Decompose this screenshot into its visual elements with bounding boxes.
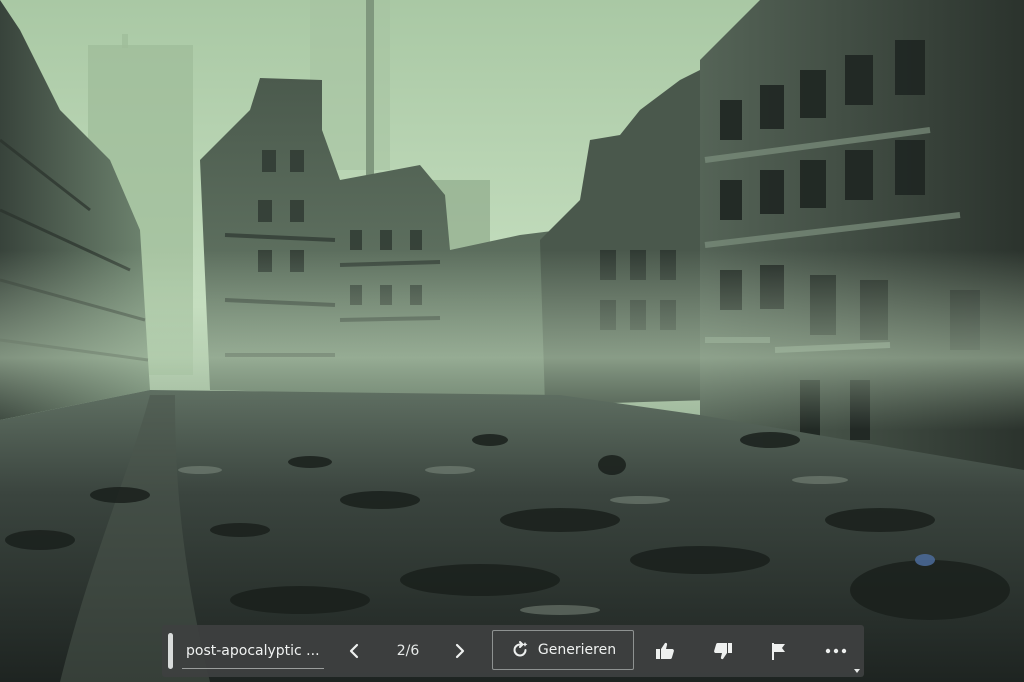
like-button[interactable] (648, 635, 682, 667)
dislike-button[interactable] (706, 635, 740, 667)
chevron-right-icon (455, 643, 465, 659)
image-generation-toolbar: post-apocalyptic ... 2/6 Generieren (162, 625, 864, 677)
drag-handle[interactable] (168, 633, 173, 669)
more-icon (825, 648, 847, 654)
thumbs-down-icon (714, 643, 732, 660)
expand-caret-icon[interactable] (854, 669, 860, 673)
prompt-field[interactable]: post-apocalyptic ... (182, 633, 324, 669)
previous-button[interactable] (338, 635, 370, 667)
regenerate-icon (513, 641, 528, 657)
more-options-button[interactable] (819, 635, 853, 667)
report-button[interactable] (762, 635, 796, 667)
next-button[interactable] (444, 635, 476, 667)
image-viewer: post-apocalyptic ... 2/6 Generieren (0, 0, 1024, 682)
generated-image (0, 0, 1024, 682)
generate-button[interactable]: Generieren (492, 630, 634, 670)
thumbs-up-icon (656, 642, 674, 659)
image-counter: 2/6 (396, 643, 420, 659)
generate-label: Generieren (537, 642, 617, 658)
flag-icon (772, 643, 785, 660)
chevron-left-icon (349, 643, 359, 659)
